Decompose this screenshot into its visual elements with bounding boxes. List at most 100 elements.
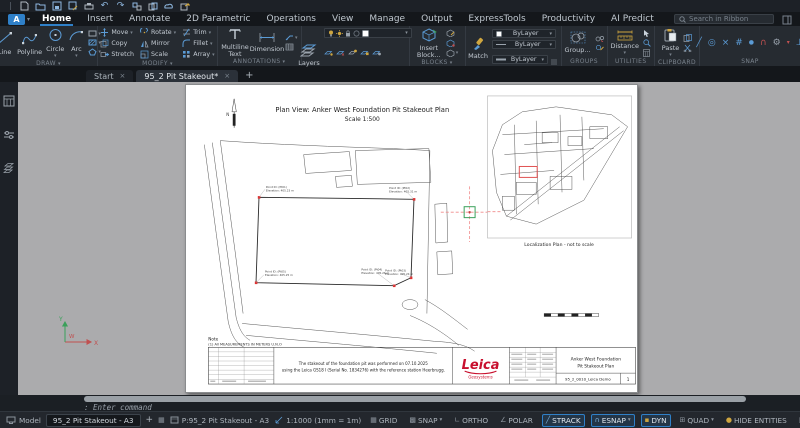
toggle-grid[interactable]: ▦GRID [367,415,400,426]
redo-icon[interactable]: ↷ [115,1,126,12]
layer-freeze-icon[interactable] [348,41,357,60]
export-icon[interactable] [179,1,190,12]
ribbon-search-input[interactable]: Search in Ribbon [674,14,774,24]
trim-tool[interactable]: Trim▾ [182,28,214,37]
snap-grid-icon[interactable]: # [735,38,743,48]
distance-dropdown-icon[interactable]: ▾ [623,51,626,56]
tab-annotate[interactable]: Annotate [121,12,178,26]
toggle-ortho[interactable]: ∟ORTHO [451,415,491,426]
tab-manage[interactable]: Manage [361,12,413,26]
table-tool[interactable] [285,43,298,51]
copy-clip-icon[interactable] [683,34,692,42]
panel-label-utilities[interactable]: UTILITIES [611,57,651,66]
layer-lock-tool-icon[interactable] [360,41,369,60]
layers-panel-icon[interactable] [3,158,15,177]
panel-label-clipboard[interactable]: CLIPBOARD [658,58,696,67]
snap-settings-gear-icon[interactable]: ⚙ [773,38,781,48]
toggle-drafting[interactable]: ▣Drafting▾ [796,415,800,426]
array-tool[interactable]: Array▾ [182,50,214,59]
annotation-scale-control[interactable]: 1:1000 (1mm = 1m) [275,416,361,425]
line-tool[interactable]: Line [0,31,13,56]
color-dropdown[interactable]: ByLayer ▾ [492,29,556,38]
application-menu-arrow-icon[interactable]: ▾ [27,16,30,23]
panel-label-modify[interactable]: MODIFY [101,59,214,68]
copy-tool[interactable]: Copy [100,39,134,48]
toggle-dyn[interactable]: ▪DYN [641,414,671,427]
zoom-magnifier-icon[interactable] [643,39,651,47]
arc-tool[interactable]: Arc ▾ [68,28,84,59]
cloud-upload-icon[interactable] [163,1,174,12]
toggle-polar[interactable]: ∠POLAR [497,415,536,426]
panel-label-groups[interactable]: GROUPS [565,57,604,66]
lineweight-dropdown-arrow-icon[interactable]: ▾ [541,57,544,63]
new-file-icon[interactable] [19,1,30,12]
cut-clip-icon[interactable] [683,44,692,52]
xref-icon[interactable] [131,1,142,12]
layers-tool[interactable]: Layers [298,43,320,67]
block-edit-icon[interactable] [446,29,459,37]
application-button[interactable]: A [8,14,25,25]
snap-intersection-icon[interactable]: × [722,38,730,48]
lineweight-settings-icon[interactable] [550,50,558,69]
polyline-tool[interactable]: Polyline [17,31,42,56]
circle-tool[interactable]: Circle ▾ [46,28,64,59]
snap-magnet-icon[interactable]: ∩ [760,38,767,48]
save-as-icon[interactable] [67,1,78,12]
panels-icon[interactable] [3,92,15,111]
tab-ai-predict[interactable]: AI Predict [603,12,662,26]
tab-expresstools[interactable]: ExpressTools [460,12,533,26]
stretch-tool[interactable]: Stretch [100,50,134,59]
layer-state-dropdown[interactable]: ▾ [324,28,412,38]
toggle-esnap[interactable]: ∩ESNAP▾ [591,414,635,427]
panel-label-blocks[interactable]: BLOCKS [413,58,462,67]
drawing-canvas[interactable]: N Plan View: Anker West Foundation Pit S… [0,82,800,395]
layer-off-icon[interactable] [372,41,381,60]
tab-view[interactable]: View [324,12,361,26]
distance-tool[interactable]: Distance ▾ [611,29,639,57]
insert-block-tool[interactable]: Insert Block... [416,28,442,58]
leader-tool[interactable]: ▾ [285,34,298,41]
add-layout-button[interactable]: + [146,415,154,425]
toggle-snap[interactable]: ▩SNAP▾ [406,415,445,426]
ungroup-icon[interactable] [595,35,604,42]
snap-center-icon[interactable]: ◎ [708,38,716,48]
settings-sliders-icon[interactable] [3,125,15,144]
snap-endpoint-icon[interactable]: ╱ [696,38,701,48]
layer-unisolate-icon[interactable] [336,41,345,60]
doc-tab-start[interactable]: Start × [86,70,133,82]
close-tab-icon[interactable]: × [224,72,230,80]
fillet-tool[interactable]: Fillet▾ [182,39,214,48]
layer-dropdown-arrow-icon[interactable]: ▾ [405,30,408,36]
lineweight-dropdown[interactable]: ByLayer ▾ [492,55,548,64]
panel-label-draw[interactable]: DRAW [3,59,94,68]
color-dropdown-arrow-icon[interactable]: ▾ [549,31,552,37]
doc-tab-drawing[interactable]: 95_2 Pit Stakeout* × [136,70,238,82]
block-attributes-icon[interactable] [446,39,459,47]
layout-list-icon[interactable]: ▦ [158,415,165,425]
select-cursor-icon[interactable] [643,29,651,37]
match-properties-tool[interactable]: Match [468,37,488,60]
dimension-tool[interactable]: Dimension [253,32,281,53]
tab-home[interactable]: Home [34,12,79,26]
move-tool[interactable]: Move▾ [100,28,134,37]
paste-tool[interactable]: Paste ▾ [662,28,680,58]
tab-insert[interactable]: Insert [79,12,121,26]
paper-sheet[interactable]: N Plan View: Anker West Foundation Pit S… [185,84,638,393]
toggle-quad[interactable]: ⊞QUAD▾ [677,415,717,426]
undo-icon[interactable]: ↶ [99,1,110,12]
snap-point-icon[interactable]: ● [749,38,754,48]
toggle-strack[interactable]: ╱STRACK [542,414,585,427]
panel-label-annotations[interactable]: ANNOTATIONS [221,57,298,66]
layout-tab[interactable]: 95_2 Pit Stakeout - A3 [46,414,141,427]
plot-icon[interactable] [83,1,94,12]
toggle-hide-entities[interactable]: ●HIDE ENTITIES [723,415,790,426]
calculator-icon[interactable] [643,49,651,57]
scale-tool[interactable]: Scale [140,50,176,59]
copy-icon[interactable] [147,1,158,12]
group-edit-icon[interactable] [595,44,604,51]
new-document-icon[interactable]: + [245,70,253,81]
mirror-tool[interactable]: Mirror [140,39,176,48]
rotate-tool[interactable]: Rotate▾ [140,28,176,37]
block-library-icon[interactable]: ▾ [446,49,459,57]
group-tool[interactable]: Group... [565,31,591,54]
